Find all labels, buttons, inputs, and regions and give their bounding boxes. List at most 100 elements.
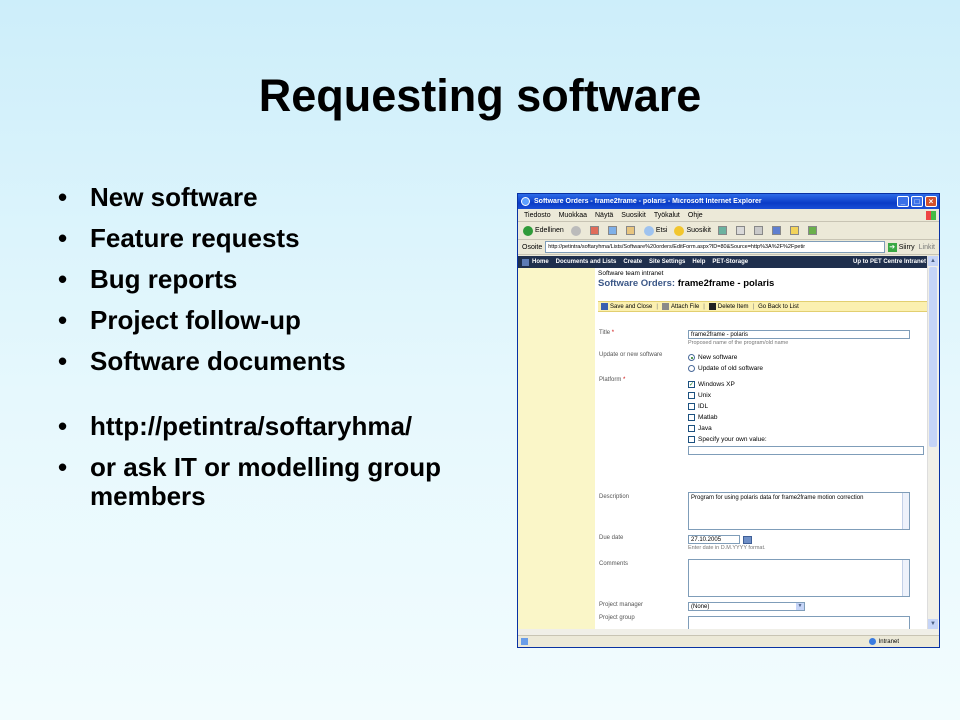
- title-label-text: Title: [599, 330, 611, 336]
- history-button[interactable]: [718, 226, 729, 235]
- radio-update-software[interactable]: Update of old software: [688, 363, 763, 374]
- folder-button[interactable]: [790, 226, 801, 235]
- title-label: Title *: [599, 330, 614, 336]
- nav-create[interactable]: Create: [623, 259, 642, 265]
- radio-new-software[interactable]: New software: [688, 352, 763, 363]
- menu-view[interactable]: Näytä: [595, 212, 613, 219]
- radio-label: New software: [698, 354, 738, 361]
- platform-field: ✓ Windows XP Unix IDL Matlab Java Specify…: [688, 379, 924, 455]
- print-button[interactable]: [754, 226, 765, 235]
- item-title: frame2frame - polaris: [677, 278, 775, 289]
- site-name: Software team intranet: [598, 270, 664, 277]
- checkbox-unix[interactable]: Unix: [688, 390, 924, 401]
- menu-file[interactable]: Tiedosto: [524, 212, 551, 219]
- vertical-scrollbar[interactable]: ▲ ▼: [927, 256, 939, 629]
- sharepoint-logo-icon: [522, 258, 529, 266]
- bullet-item: • Bug reports: [58, 265, 508, 294]
- nav-home[interactable]: Home: [532, 259, 549, 265]
- checkbox-java[interactable]: Java: [688, 423, 924, 434]
- sharepoint-top-nav: Home Documents and Lists Create Site Set…: [518, 256, 928, 268]
- favorites-label: Suosikit: [686, 227, 711, 234]
- search-icon: [643, 225, 654, 236]
- menu-help[interactable]: Ohje: [688, 212, 703, 219]
- menu-bar: Tiedosto Muokkaa Näytä Suosikit Työkalut…: [518, 209, 939, 222]
- scroll-thumb[interactable]: [929, 267, 937, 447]
- checkbox-matlab[interactable]: Matlab: [688, 412, 924, 423]
- links-button[interactable]: Linkit: [919, 244, 935, 251]
- home-button[interactable]: [625, 226, 637, 235]
- mail-button[interactable]: [736, 226, 747, 235]
- title-hint: Proposed name of the program/old name: [688, 340, 789, 346]
- page-title: Software Orders: frame2frame - polaris: [598, 278, 774, 289]
- forward-arrow-icon: [570, 225, 581, 236]
- toolbar-separator: |: [752, 303, 755, 310]
- checkbox-icon: [688, 392, 695, 399]
- description-textarea[interactable]: Program for using polaris data for frame…: [688, 492, 910, 530]
- bullet-dot: •: [58, 411, 68, 441]
- comments-textarea[interactable]: [688, 559, 910, 597]
- nav-site-settings[interactable]: Site Settings: [649, 259, 685, 265]
- group-textarea[interactable]: [688, 616, 910, 629]
- bullet-item: • or ask IT or modelling group members: [58, 453, 508, 511]
- textarea-scrollbar[interactable]: [902, 493, 909, 529]
- messenger-button[interactable]: [808, 226, 819, 235]
- nav-documents-lists[interactable]: Documents and Lists: [556, 259, 617, 265]
- security-zone: Intranet: [868, 638, 899, 645]
- due-date-input[interactable]: 27.10.2005: [688, 535, 740, 544]
- menu-edit[interactable]: Muokkaa: [559, 212, 587, 219]
- minimize-button[interactable]: _: [897, 196, 909, 207]
- title-input[interactable]: frame2frame - polaris: [688, 330, 910, 339]
- manager-select[interactable]: (None) ▼: [688, 602, 805, 611]
- go-arrow-icon: ➔: [887, 242, 897, 252]
- bullet-text: Project follow-up: [90, 305, 301, 335]
- back-button[interactable]: Edellinen: [523, 225, 564, 236]
- description-text: Program for using polaris data for frame…: [691, 495, 864, 501]
- nav-help[interactable]: Help: [692, 259, 705, 265]
- stop-button[interactable]: [589, 226, 601, 235]
- textarea-scrollbar[interactable]: [902, 560, 909, 596]
- home-icon: [625, 226, 635, 235]
- nav-pet-storage[interactable]: PET-Storage: [712, 259, 748, 265]
- bullet-item: • New software: [58, 183, 508, 212]
- delete-icon: [708, 303, 716, 310]
- platform-custom-input[interactable]: [688, 446, 924, 455]
- address-input[interactable]: http://petintra/softaryhma/Lists/Softwar…: [545, 241, 885, 253]
- bullet-dot: •: [58, 452, 68, 482]
- word-button[interactable]: [772, 226, 783, 235]
- bullet-item: • Project follow-up: [58, 306, 508, 335]
- checkbox-checked-icon: ✓: [688, 381, 695, 388]
- go-back-button[interactable]: Go Back to List: [758, 304, 799, 310]
- checkbox-label: IDL: [698, 403, 709, 410]
- maximize-button[interactable]: □: [911, 196, 923, 207]
- close-button[interactable]: ×: [925, 196, 937, 207]
- manager-field: (None) ▼: [688, 602, 805, 611]
- scroll-down-icon[interactable]: ▼: [928, 619, 938, 629]
- page-content: Home Documents and Lists Create Site Set…: [518, 256, 928, 629]
- update-field: New software Update of old software: [688, 352, 763, 374]
- go-button[interactable]: ➔ Siirry: [887, 242, 915, 252]
- checkbox-icon: [688, 425, 695, 432]
- window-titlebar[interactable]: Software Orders - frame2frame - polaris …: [518, 194, 939, 209]
- delete-item-button[interactable]: Delete Item: [718, 304, 749, 310]
- messenger-icon: [808, 226, 817, 235]
- page-icon: [521, 638, 528, 645]
- calendar-icon[interactable]: [743, 535, 752, 544]
- checkbox-specify-own[interactable]: Specify your own value:: [688, 434, 924, 445]
- favorites-button[interactable]: Suosikit: [674, 225, 711, 236]
- manager-label: Project manager: [599, 602, 644, 608]
- toolbar-separator: |: [656, 303, 658, 310]
- menu-favorites[interactable]: Suosikit: [621, 212, 646, 219]
- nav-up-to-intranet[interactable]: Up to PET Centre Intranet: [853, 259, 926, 265]
- forward-button[interactable]: [570, 225, 583, 236]
- bullet-text: Feature requests: [90, 223, 300, 253]
- manager-value: (None): [691, 604, 710, 610]
- checkbox-windows-xp[interactable]: ✓ Windows XP: [688, 379, 924, 390]
- scroll-up-icon[interactable]: ▲: [928, 256, 938, 266]
- save-close-button[interactable]: Save and Close: [610, 304, 652, 310]
- menu-tools[interactable]: Työkalut: [654, 212, 680, 219]
- attach-file-button[interactable]: Attach File: [671, 304, 699, 310]
- refresh-button[interactable]: [607, 226, 619, 235]
- window-title: Software Orders - frame2frame - polaris …: [534, 198, 762, 205]
- checkbox-idl[interactable]: IDL: [688, 401, 924, 412]
- search-button[interactable]: Etsi: [643, 225, 667, 236]
